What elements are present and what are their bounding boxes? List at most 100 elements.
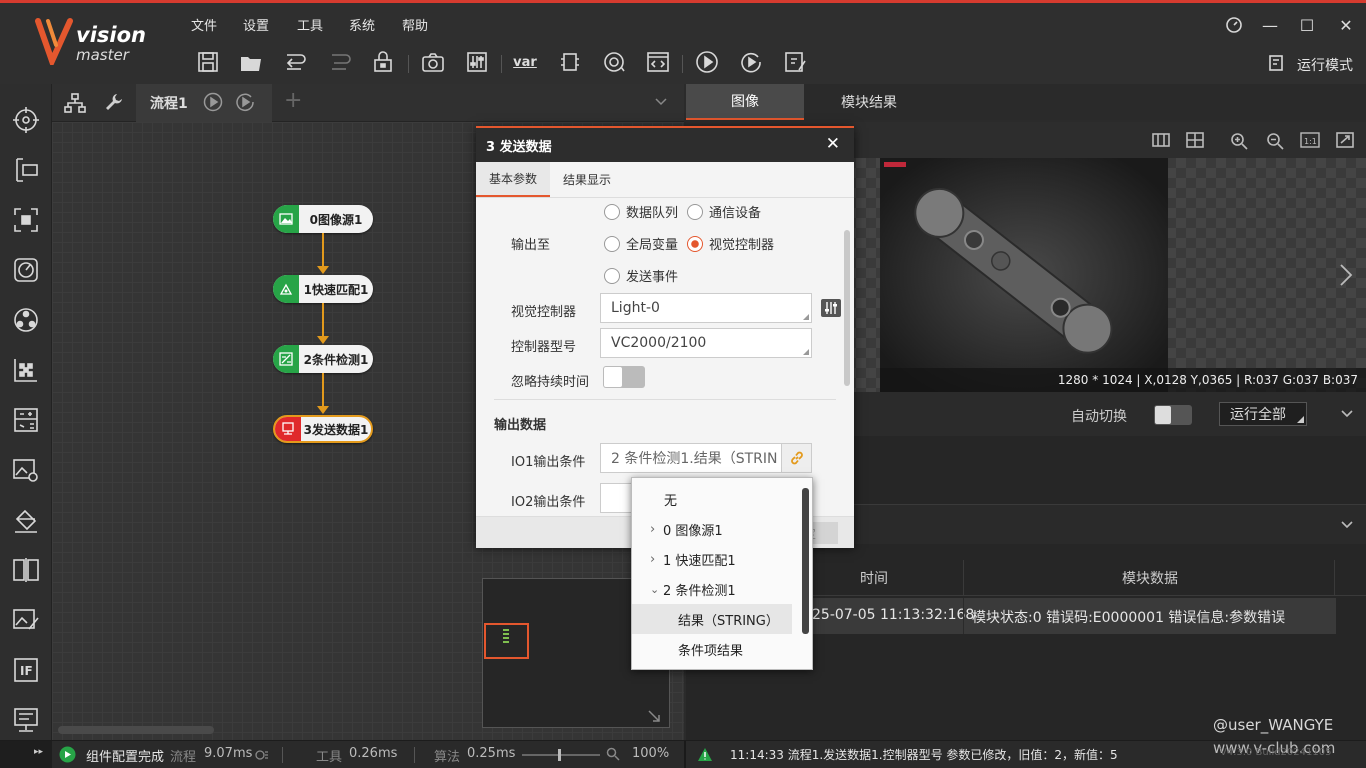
minimize-button[interactable]: —	[1257, 13, 1283, 37]
adjust-sliders-icon[interactable]	[462, 47, 492, 77]
logic-if-icon[interactable]: IF	[10, 654, 42, 686]
save-icon[interactable]	[193, 47, 223, 77]
tab-result-display[interactable]: 结果显示	[550, 162, 624, 197]
flow-tree-icon[interactable]	[64, 93, 86, 113]
script-icon[interactable]	[643, 47, 673, 77]
compare-icon[interactable]	[10, 554, 42, 586]
radio-button-selected[interactable]	[687, 235, 703, 252]
zoom-slider-handle[interactable]	[558, 749, 561, 761]
image-settings-icon[interactable]	[10, 454, 42, 486]
radio-button[interactable]	[604, 203, 620, 220]
communication-icon[interactable]	[10, 704, 42, 736]
popup-item-fast-match[interactable]: › 1 快速匹配1	[632, 544, 800, 574]
next-image-arrow-icon[interactable]	[1338, 262, 1354, 288]
paint-bucket-icon[interactable]	[10, 504, 42, 536]
variable-icon[interactable]: var	[510, 47, 540, 77]
flow-node-send-data[interactable]: 3发送数据1	[273, 415, 373, 443]
calibration-icon[interactable]	[10, 354, 42, 386]
lock-icon[interactable]	[368, 47, 398, 77]
expand-arrow-icon[interactable]: ›	[650, 552, 663, 567]
link-icon[interactable]	[781, 444, 811, 472]
time-settings-icon[interactable]	[255, 749, 269, 761]
zoom-out-icon[interactable]	[1266, 132, 1284, 150]
flow-node-condition-check[interactable]: 2条件检测1	[273, 345, 373, 373]
zoom-slider[interactable]	[522, 749, 600, 761]
popup-item-condition-check[interactable]: ⌄ 2 条件检测1	[632, 574, 800, 604]
flow-run-icon[interactable]	[203, 92, 223, 112]
connect-points-icon[interactable]	[10, 304, 42, 336]
popup-item-result-string[interactable]: 结果（STRING）	[632, 604, 792, 634]
table-row[interactable]: 25-07-05 11:13:32:168 模块状态:0 错误码:E000000…	[806, 598, 1336, 634]
maximize-button[interactable]: ☐	[1294, 13, 1320, 37]
menu-settings[interactable]: 设置	[243, 15, 269, 34]
image-edit-icon[interactable]	[10, 604, 42, 636]
menu-system[interactable]: 系统	[349, 15, 375, 34]
dashboard-icon[interactable]	[1221, 13, 1247, 37]
tab-image[interactable]: 图像	[686, 84, 804, 120]
ignore-duration-toggle[interactable]	[603, 366, 645, 388]
camera-icon[interactable]	[418, 47, 448, 77]
calculator-icon[interactable]	[10, 404, 42, 436]
add-flow-button[interactable]: +	[284, 88, 302, 113]
report-edit-icon[interactable]	[780, 47, 810, 77]
chevron-down-icon[interactable]	[654, 96, 668, 108]
minimap-viewport[interactable]	[484, 623, 529, 659]
run-loop-icon[interactable]	[736, 47, 766, 77]
run-mode-label[interactable]: 运行模式	[1297, 55, 1353, 75]
minimap-resize-icon[interactable]	[647, 709, 661, 723]
popup-item-image-source[interactable]: › 0 图像源1	[632, 514, 800, 544]
fit-window-icon[interactable]	[1336, 132, 1354, 148]
canvas-scrollbar[interactable]	[58, 726, 214, 734]
flow-loop-icon[interactable]	[235, 92, 255, 112]
controller-settings-icon[interactable]	[820, 298, 842, 318]
menu-file[interactable]: 文件	[191, 15, 217, 34]
popup-scrollbar[interactable]	[802, 488, 809, 634]
menu-tools[interactable]: 工具	[297, 15, 323, 34]
radio-button[interactable]	[687, 203, 703, 220]
radio-data-queue[interactable]: 数据队列	[604, 202, 678, 221]
roi-icon[interactable]	[10, 204, 42, 236]
dialog-close-button[interactable]: ✕	[826, 134, 840, 154]
wrench-icon[interactable]	[104, 92, 124, 112]
close-window-button[interactable]: ✕	[1333, 13, 1359, 37]
single-view-icon[interactable]	[1152, 132, 1170, 148]
results-chevron-icon[interactable]	[1340, 519, 1354, 531]
controller-icon[interactable]	[555, 47, 585, 77]
run-once-icon[interactable]	[692, 47, 722, 77]
auto-switch-toggle[interactable]	[1154, 405, 1192, 425]
search-icon[interactable]	[606, 747, 620, 761]
dialog-scrollbar[interactable]	[844, 230, 850, 386]
target-cycle-icon[interactable]	[599, 47, 629, 77]
undo-icon[interactable]	[280, 47, 310, 77]
collapse-arrow-icon[interactable]: ⌄	[650, 583, 663, 596]
double-arrow-icon[interactable]: ▸▸	[34, 747, 43, 757]
radio-vision-controller[interactable]: 视觉控制器	[687, 234, 774, 253]
actual-size-icon[interactable]: 1:1	[1300, 132, 1320, 148]
radio-send-event[interactable]: 发送事件	[604, 266, 678, 285]
measure-icon[interactable]	[10, 154, 42, 186]
tab-module-results[interactable]: 模块结果	[804, 84, 934, 120]
run-mode-icon[interactable]	[1268, 54, 1286, 72]
model-select[interactable]: VC2000/2100	[600, 328, 812, 358]
gauge-icon[interactable]	[10, 254, 42, 286]
controller-select[interactable]: Light-0	[600, 293, 812, 323]
radio-comm-device[interactable]: 通信设备	[687, 202, 761, 221]
zoom-in-icon[interactable]	[1230, 132, 1248, 150]
locate-icon[interactable]	[10, 104, 42, 136]
io1-condition-field[interactable]: 2 条件检测1.结果（STRING）	[600, 443, 812, 473]
redo-icon[interactable]	[325, 47, 355, 77]
collapse-chevron-icon[interactable]	[1340, 408, 1354, 420]
popup-item-condition-result[interactable]: 条件项结果	[632, 634, 800, 664]
radio-global-variable[interactable]: 全局变量	[604, 234, 678, 253]
expand-arrow-icon[interactable]: ›	[650, 522, 663, 537]
expand-panel[interactable]: ▸▸	[0, 741, 52, 768]
open-folder-icon[interactable]	[236, 47, 266, 77]
radio-button[interactable]	[604, 235, 620, 252]
tab-flow1[interactable]: 流程1	[136, 84, 272, 122]
tab-basic-params[interactable]: 基本参数	[476, 162, 551, 197]
flow-node-image-source[interactable]: 0图像源1	[273, 205, 373, 233]
grid-view-icon[interactable]	[1186, 132, 1204, 148]
popup-item-none[interactable]: 无	[632, 484, 800, 514]
flow-node-fast-match[interactable]: 1快速匹配1	[273, 275, 373, 303]
radio-button[interactable]	[604, 267, 620, 284]
